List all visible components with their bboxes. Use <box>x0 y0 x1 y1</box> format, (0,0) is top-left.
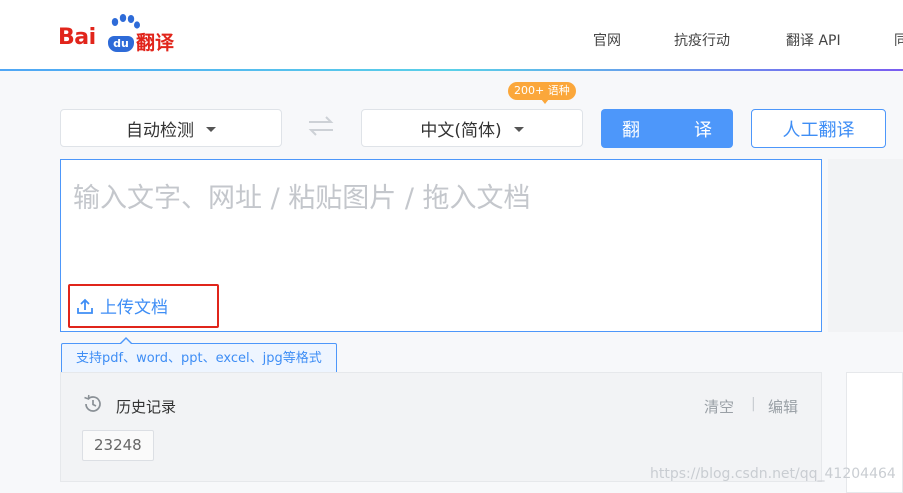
logo-du-text: du <box>108 36 134 52</box>
top-gradient-line <box>0 69 903 71</box>
logo-translate-text: 翻译 <box>136 32 175 54</box>
history-title: 历史记录 <box>116 398 177 416</box>
upload-document-button[interactable]: 上传文档 <box>76 293 168 318</box>
source-language-select[interactable]: 自动检测 <box>60 109 282 147</box>
nav-truncated-item[interactable]: 同 <box>894 30 903 50</box>
chevron-down-icon <box>206 126 216 132</box>
output-panel <box>828 159 903 332</box>
upload-icon <box>77 298 93 314</box>
badge-pointer <box>541 99 549 104</box>
input-placeholder: 输入文字、网址 / 粘贴图片 / 拖入文档 <box>73 183 531 214</box>
history-separator: | <box>751 396 756 412</box>
target-language-label: 中文(简体) <box>420 120 502 141</box>
nav-official-site[interactable]: 官网 <box>593 30 621 50</box>
tooltip-arrow-inner <box>121 339 131 344</box>
history-clear-button[interactable]: 清空 <box>704 396 734 417</box>
watermark: https://blog.csdn.net/qq_41204464 <box>650 466 896 482</box>
source-language-label: 自动检测 <box>126 120 194 141</box>
swap-arrows-icon[interactable] <box>306 115 336 137</box>
chevron-down-icon <box>513 126 524 132</box>
languages-count-badge: 200+ 语种 <box>508 82 576 100</box>
top-bar: Bai du 翻译 官网 抗疫行动 翻译 API 同 <box>0 0 903 71</box>
logo-bai-text: Bai <box>58 25 96 50</box>
nav-translate-api[interactable]: 翻译 API <box>786 30 841 50</box>
history-clock-icon <box>84 394 101 412</box>
target-language-select[interactable]: 中文(简体) <box>361 109 583 147</box>
nav-epidemic-action[interactable]: 抗疫行动 <box>674 30 730 50</box>
baidu-translate-logo[interactable]: Bai du 翻译 <box>58 13 188 55</box>
translate-button[interactable]: 翻 译 <box>601 109 733 148</box>
upload-document-label: 上传文档 <box>100 298 168 318</box>
human-translation-button[interactable]: 人工翻译 <box>751 109 886 148</box>
history-edit-button[interactable]: 编辑 <box>768 396 798 417</box>
supported-formats-tooltip: 支持pdf、word、ppt、excel、jpg等格式 <box>61 343 337 374</box>
history-item[interactable]: 23248 <box>82 430 154 461</box>
